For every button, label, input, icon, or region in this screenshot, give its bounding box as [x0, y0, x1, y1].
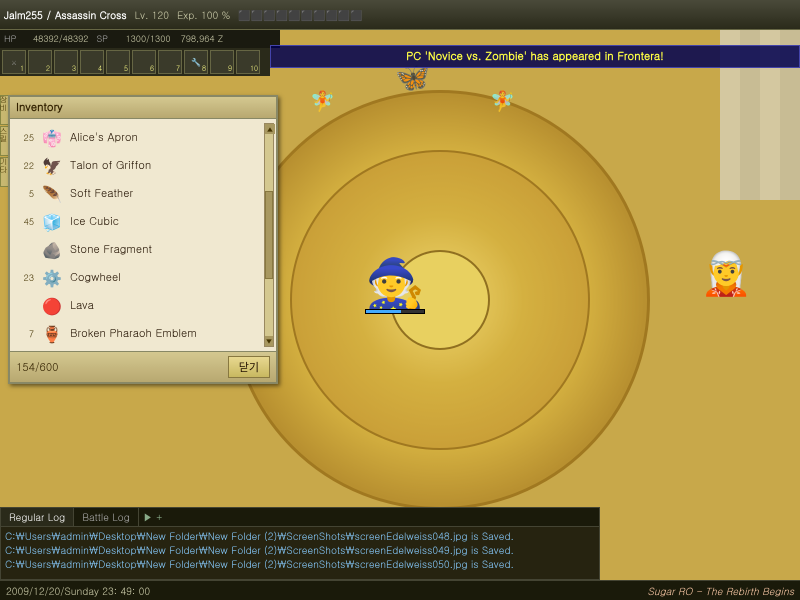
add-tab-button[interactable]: ▶ + [139, 508, 167, 526]
quick-slot-10[interactable]: 10 [236, 50, 260, 74]
item-name-4: Ice Cubic [70, 214, 119, 229]
log-area: Regular Log Battle Log ▶ + C:\Users\admi… [0, 507, 600, 580]
item-icon-7: 🔴 [40, 293, 64, 317]
sp-label: SP [96, 32, 121, 45]
list-item[interactable]: 45 🧊 Ice Cubic [12, 207, 274, 235]
wall-corner [720, 0, 800, 200]
item-name-5: Stone Fragment [70, 242, 152, 257]
announcement-text: PC 'Novice vs. Zombie' has appeared in F… [406, 49, 664, 64]
item-count-1: 25 [16, 131, 34, 144]
quick-bar: ⚔ 1 2 3 4 5 6 7 🔧 8 9 10 [0, 48, 270, 76]
percent-bar: ⬛⬛⬛⬛⬛⬛⬛⬛⬛⬛ [238, 8, 363, 22]
quick-slot-4[interactable]: 4 [80, 50, 104, 74]
quick-slot-1[interactable]: ⚔ 1 [2, 50, 26, 74]
announcement-banner: PC 'Novice vs. Zombie' has appeared in F… [270, 45, 800, 68]
list-item[interactable]: 7 🏺 Broken Pharaoh Emblem [12, 319, 274, 347]
item-icon-4: 🧊 [40, 209, 64, 233]
sp-value: 1300/1300 [125, 32, 170, 45]
item-count-2: 22 [16, 159, 34, 172]
fairy-left: 🧚 [310, 85, 335, 114]
item-name-3: Soft Feather [70, 186, 133, 201]
tab-battle-log[interactable]: Battle Log [74, 508, 139, 526]
player-character: 🧙 [370, 240, 420, 320]
server-label: Sugar RO - The Rebirth Begins [648, 584, 794, 598]
list-item[interactable]: 23 ⚙️ Cogwheel [12, 263, 274, 291]
inventory-capacity: 154/600 [16, 360, 59, 375]
item-count-4: 45 [16, 215, 34, 228]
hp-label: HP [4, 32, 29, 45]
tab-regular-log[interactable]: Regular Log [1, 508, 74, 526]
quick-slot-6[interactable]: 6 [132, 50, 156, 74]
quick-slot-9[interactable]: 9 [210, 50, 234, 74]
inventory-title: Inventory [10, 97, 276, 119]
datetime-label: 2009/12/20/Sunday 23: 49: 00 [6, 584, 150, 598]
stat-bars: HP 48392/48392 SP 1300/1300 798,964 Z [0, 30, 280, 48]
job-class: / [47, 8, 51, 22]
quick-slot-3[interactable]: 3 [54, 50, 78, 74]
item-icon-5: 🪨 [40, 237, 64, 261]
job-class-label: Assassin Cross [55, 8, 127, 22]
item-name-6: Cogwheel [70, 270, 121, 285]
hp-value: 48392/48392 [33, 32, 88, 45]
inventory-list: 25 👘 Alice's Apron 22 🦅 Talon of Griffon… [10, 119, 276, 351]
zeny-value: 798,964 Z [181, 32, 224, 45]
inventory-window: Inventory 25 👘 Alice's Apron 22 🦅 Talon … [8, 95, 278, 384]
exp-label: Exp. 100 % [177, 8, 230, 22]
level-label: Lv. 120 [135, 8, 169, 22]
item-name-2: Talon of Griffon [70, 158, 151, 173]
item-icon-1: 👘 [40, 125, 64, 149]
npc-character: 🧝 [700, 240, 740, 310]
scroll-up[interactable]: ▲ [265, 124, 275, 134]
list-item[interactable]: 🔴 Lava [12, 291, 274, 319]
quick-slot-2[interactable]: 2 [28, 50, 52, 74]
scroll-down[interactable]: ▼ [265, 336, 273, 346]
item-icon-6: ⚙️ [40, 265, 64, 289]
item-count-3: 5 [16, 187, 34, 200]
item-icon-3: 🪶 [40, 181, 64, 205]
scrollbar-thumb[interactable] [265, 191, 273, 280]
status-bar: 2009/12/20/Sunday 23: 49: 00 Sugar RO - … [0, 580, 800, 600]
log-tabs: Regular Log Battle Log ▶ + [1, 508, 599, 527]
quick-slot-7[interactable]: 7 [158, 50, 182, 74]
hud-bar: Jalm255 / Assassin Cross Lv. 120 Exp. 10… [0, 0, 800, 30]
quick-slot-8[interactable]: 🔧 8 [184, 50, 208, 74]
item-icon-8: 🏺 [40, 321, 64, 345]
player-name: Jalm255 [4, 8, 43, 22]
item-name-1: Alice's Apron [70, 130, 138, 145]
item-icon-2: 🦅 [40, 153, 64, 177]
item-count-8: 7 [16, 327, 34, 340]
item-name-7: Lava [70, 298, 94, 313]
list-item[interactable]: 5 🪶 Soft Feather [12, 179, 274, 207]
log-line-2: C:\Users\admin\Desktop\New Folder\New Fo… [5, 543, 595, 557]
log-line-3: C:\Users\admin\Desktop\New Folder\New Fo… [5, 557, 595, 571]
inventory-scrollbar[interactable]: ▲ ▼ [264, 123, 274, 347]
list-item[interactable]: 25 👘 Alice's Apron [12, 123, 274, 151]
item-name-8: Broken Pharaoh Emblem [70, 326, 197, 341]
quick-slot-5[interactable]: 5 [106, 50, 130, 74]
floor-mandala [230, 90, 650, 510]
log-content: C:\Users\admin\Desktop\New Folder\New Fo… [1, 527, 599, 579]
hp-row: HP 48392/48392 SP 1300/1300 798,964 Z [4, 32, 276, 45]
inventory-footer: 154/600 닫기 [10, 351, 276, 382]
fairy-right: 🧚 [490, 85, 515, 114]
list-item[interactable]: 22 🦅 Talon of Griffon [12, 151, 274, 179]
log-line-1: C:\Users\admin\Desktop\New Folder\New Fo… [5, 529, 595, 543]
list-item[interactable]: 🪨 Stone Fragment [12, 235, 274, 263]
item-count-6: 23 [16, 271, 34, 284]
close-inventory-button[interactable]: 닫기 [228, 356, 270, 378]
